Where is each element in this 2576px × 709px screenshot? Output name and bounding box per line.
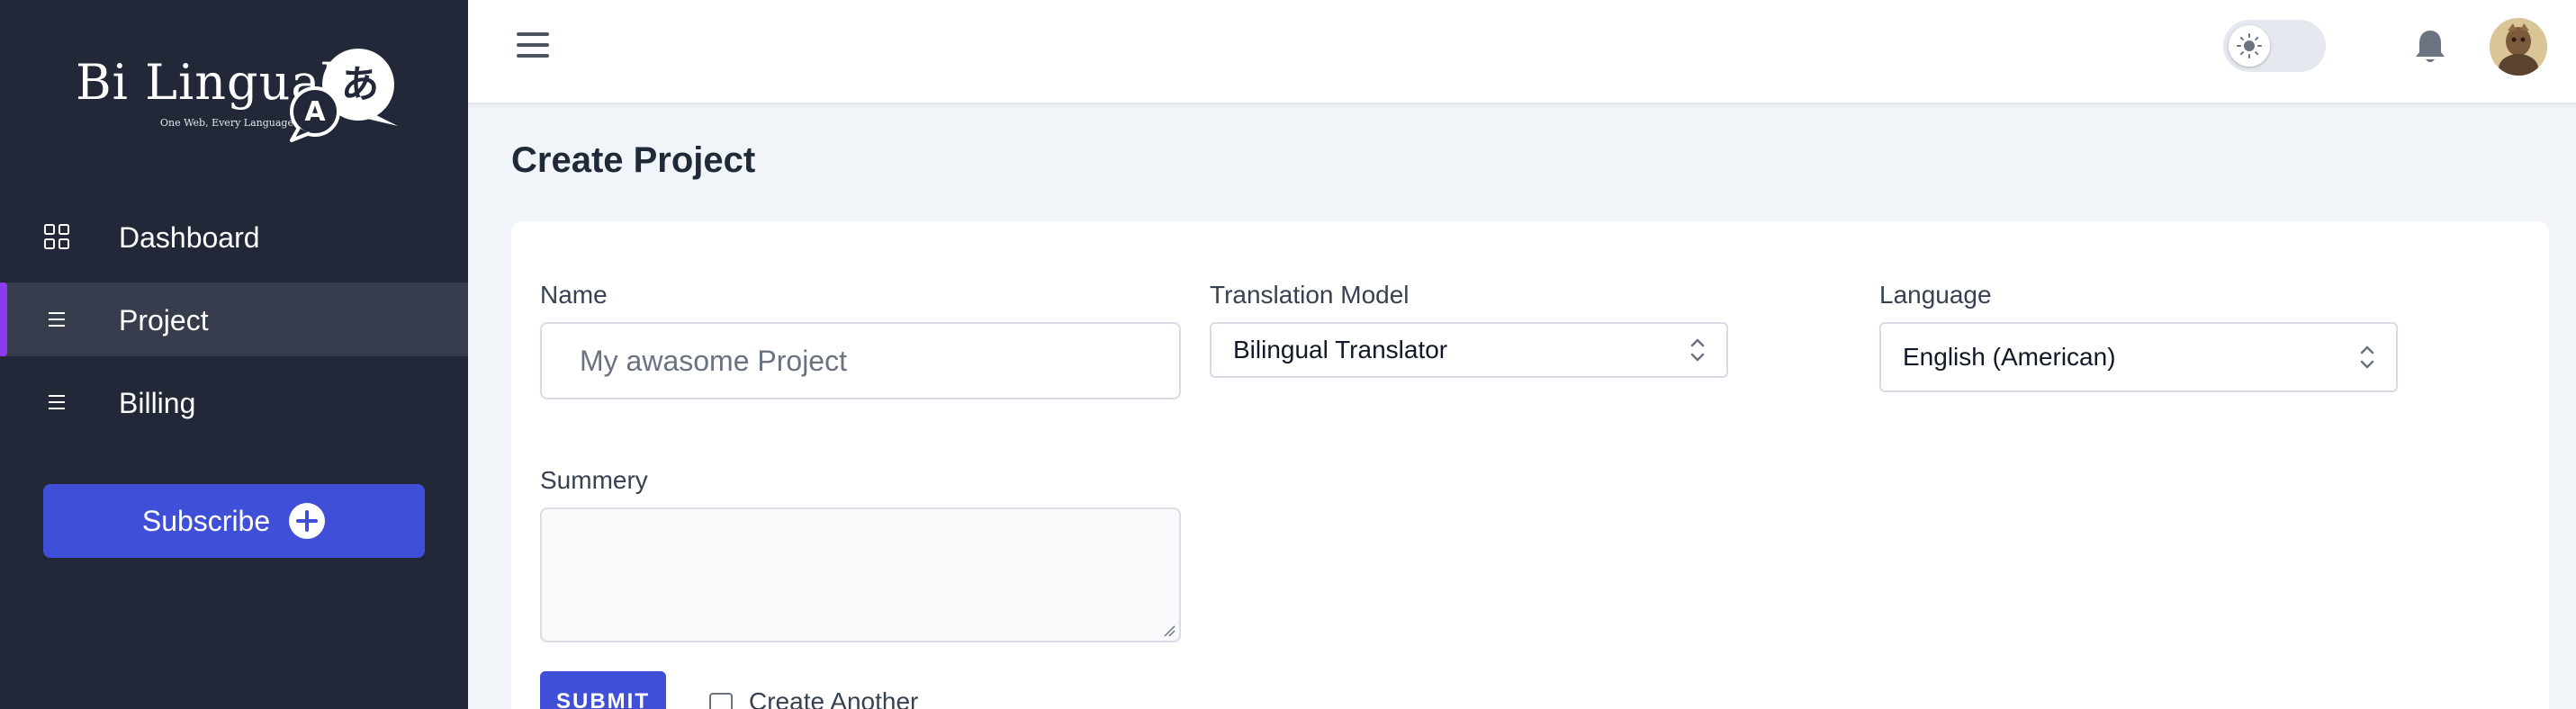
brand-tagline: One Web, Every Language: [160, 117, 293, 129]
project-name-input[interactable]: My awasome Project: [540, 322, 1181, 399]
toggle-knob: [2229, 25, 2270, 67]
translation-model-select[interactable]: Bilingual Translator: [1210, 322, 1728, 378]
chevron-updown-icon: [2360, 346, 2374, 369]
hamburger-menu-icon[interactable]: [515, 27, 551, 63]
subscribe-button[interactable]: Subscribe: [43, 484, 425, 558]
resize-handle-icon[interactable]: [1163, 624, 1175, 637]
list-icon: [49, 312, 65, 327]
name-label: Name: [540, 281, 608, 309]
sidebar-nav: Dashboard Project Billing: [0, 200, 468, 448]
brand-logo[interactable]: Bi Lingual One Web, Every Language A あ: [72, 45, 405, 153]
translation-model-label: Translation Model: [1210, 281, 1410, 309]
submit-button[interactable]: SUBMIT: [540, 671, 666, 709]
grid-icon: [44, 224, 69, 249]
chevron-updown-icon: [1690, 338, 1705, 362]
sidebar-item-billing[interactable]: Billing: [0, 365, 468, 439]
bell-icon[interactable]: [2412, 27, 2448, 67]
page-title: Create Project: [511, 140, 756, 180]
theme-toggle[interactable]: [2223, 20, 2326, 72]
avatar[interactable]: [2490, 18, 2547, 76]
subscribe-label: Subscribe: [141, 504, 271, 537]
sidebar-item-label: Dashboard: [119, 221, 260, 254]
sidebar-item-label: Project: [119, 304, 209, 337]
submit-label: SUBMIT: [556, 689, 650, 709]
list-icon: [49, 395, 65, 409]
create-another-checkbox[interactable]: [709, 693, 733, 709]
project-name-placeholder: My awasome Project: [580, 344, 847, 377]
logo-letter-jp: あ: [341, 62, 379, 106]
summary-textarea[interactable]: [540, 507, 1181, 642]
plus-circle-icon: [289, 503, 326, 539]
language-label: Language: [1879, 281, 1992, 309]
sidebar-item-project[interactable]: Project: [0, 283, 468, 356]
create-another-label[interactable]: Create Another: [749, 687, 918, 709]
language-select[interactable]: English (American): [1879, 322, 2398, 392]
sidebar: Bi Lingual One Web, Every Language A あ D…: [0, 0, 468, 709]
sun-icon: [2237, 33, 2262, 58]
logo-letter-a: A: [304, 96, 326, 128]
language-value: English (American): [1903, 343, 2116, 371]
top-bar: [468, 0, 2576, 104]
sidebar-item-dashboard[interactable]: Dashboard: [0, 200, 468, 274]
translation-model-value: Bilingual Translator: [1233, 336, 1448, 363]
summary-label: Summery: [540, 466, 648, 494]
user-avatar-icon: [2490, 18, 2547, 76]
translate-bubbles-icon: A あ: [290, 49, 398, 142]
sidebar-item-label: Billing: [119, 387, 196, 419]
